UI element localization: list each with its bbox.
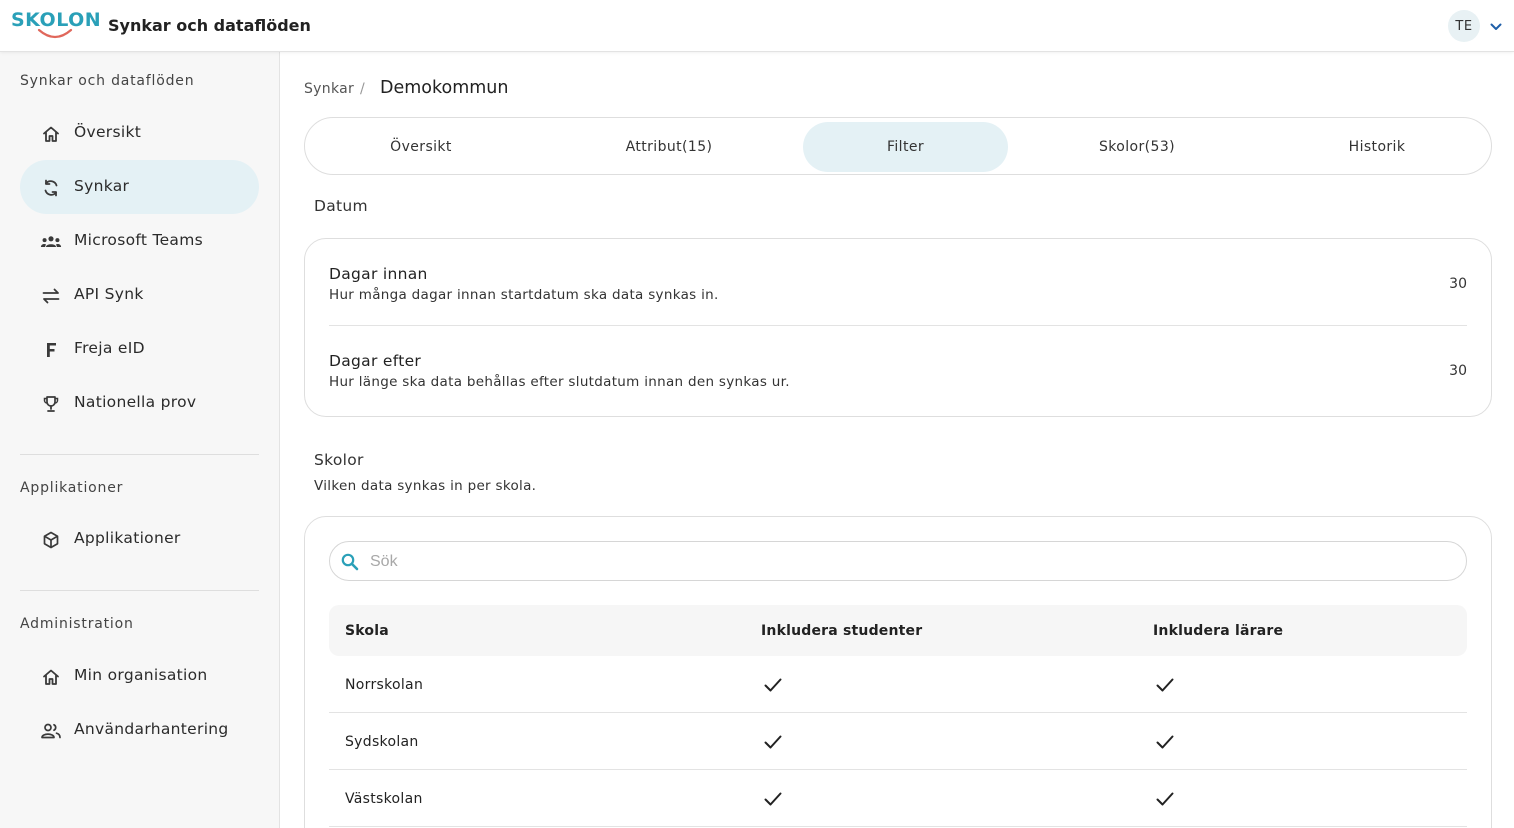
datum-settings-card: Dagar innan Hur många dagar innan startd…: [304, 238, 1492, 417]
column-header-skola[interactable]: Skola: [345, 623, 389, 639]
app-title: Synkar och dataflöden: [108, 16, 311, 35]
check-icon: [1156, 735, 1174, 749]
page-title: Demokommun: [380, 78, 509, 98]
table-header: Skola Inkludera studenter Inkludera lära…: [329, 605, 1467, 656]
datum-section-title: Datum: [314, 197, 368, 215]
skolor-section-title: Skolor: [314, 451, 364, 469]
people-icon: [40, 720, 62, 742]
check-icon: [1156, 792, 1174, 806]
school-name: Västskolan: [345, 791, 423, 807]
logo-smile-icon: [37, 28, 73, 39]
breadcrumb-separator: /: [360, 81, 365, 97]
sidebar-item-label: Synkar: [74, 177, 130, 195]
sidebar-item-nationella-prov[interactable]: Nationella prov: [20, 376, 259, 430]
cube-icon: [40, 529, 62, 551]
school-name: Norrskolan: [345, 677, 424, 693]
user-avatar[interactable]: TE: [1448, 10, 1480, 42]
sidebar-item-anvandarhantering[interactable]: Användarhantering: [20, 703, 259, 757]
sidebar-section-title: Administration: [20, 616, 134, 632]
trophy-icon: [40, 393, 62, 415]
column-header-inkludera-larare[interactable]: Inkludera lärare: [1153, 623, 1283, 639]
setting-description: Hur länge ska data behållas efter slutda…: [329, 374, 790, 390]
groups-icon: [40, 231, 62, 253]
tab-bar: Översikt Attribut(15) Filter Skolor(53) …: [304, 117, 1492, 175]
breadcrumb-link-synkar[interactable]: Synkar: [304, 81, 354, 97]
sidebar-divider: [20, 590, 259, 591]
table-row[interactable]: Västskolan: [329, 770, 1467, 827]
sidebar-item-api-synk[interactable]: API Synk: [20, 268, 259, 322]
sidebar-item-label: Applikationer: [74, 529, 181, 547]
sidebar-section-title: Synkar och dataflöden: [20, 73, 195, 89]
tab-oversikt[interactable]: Översikt: [309, 122, 533, 172]
sidebar-divider: [20, 454, 259, 455]
sidebar-item-label: Freja eID: [74, 339, 145, 357]
check-icon: [1156, 678, 1174, 692]
sidebar-item-label: Min organisation: [74, 666, 208, 684]
sidebar-item-applikationer[interactable]: Applikationer: [20, 512, 259, 566]
sidebar-item-label: API Synk: [74, 285, 144, 303]
sidebar-item-freja-eid[interactable]: Freja eID: [20, 322, 259, 376]
table-row[interactable]: Sydskolan: [329, 713, 1467, 770]
sidebar-section-title: Applikationer: [20, 480, 124, 496]
skolor-section-subtitle: Vilken data synkas in per skola.: [314, 478, 537, 494]
tab-historik[interactable]: Historik: [1265, 122, 1489, 172]
setting-divider: [329, 325, 1467, 326]
column-header-inkludera-studenter[interactable]: Inkludera studenter: [761, 623, 922, 639]
sidebar: Synkar och dataflöden Översikt Synkar Mi…: [0, 52, 280, 828]
setting-title: Dagar efter: [329, 352, 422, 370]
sidebar-item-label: Nationella prov: [74, 393, 197, 411]
check-icon: [764, 678, 782, 692]
home-icon: [40, 123, 62, 145]
search-icon: [341, 553, 359, 571]
home-icon: [40, 666, 62, 688]
user-initials: TE: [1455, 18, 1473, 34]
search-field[interactable]: [329, 541, 1467, 581]
tab-skolor[interactable]: Skolor(53): [1025, 122, 1249, 172]
skolon-logo[interactable]: SKOLON: [11, 9, 101, 43]
top-bar: SKOLON Synkar och dataflöden TE: [0, 0, 1514, 52]
sidebar-item-oversikt[interactable]: Översikt: [20, 106, 259, 160]
search-input[interactable]: [370, 550, 1450, 574]
school-name: Sydskolan: [345, 734, 419, 750]
tab-filter[interactable]: Filter: [803, 122, 1008, 172]
sidebar-item-microsoft-teams[interactable]: Microsoft Teams: [20, 214, 259, 268]
check-icon: [764, 792, 782, 806]
setting-description: Hur många dagar innan startdatum ska dat…: [329, 287, 719, 303]
sidebar-item-label: Användarhantering: [74, 720, 229, 738]
sync-icon: [40, 177, 62, 199]
sidebar-item-label: Översikt: [74, 123, 142, 141]
sidebar-item-min-organisation[interactable]: Min organisation: [20, 649, 259, 703]
chevron-down-icon[interactable]: [1489, 20, 1503, 34]
table-row[interactable]: Norrskolan: [329, 656, 1467, 713]
setting-title: Dagar innan: [329, 265, 428, 283]
sidebar-item-synkar[interactable]: Synkar: [20, 160, 259, 214]
tab-attribut[interactable]: Attribut(15): [557, 122, 781, 172]
swap-arrows-icon: [40, 285, 62, 307]
sidebar-item-label: Microsoft Teams: [74, 231, 204, 249]
dagar-innan-value[interactable]: 30: [1449, 276, 1467, 292]
check-icon: [764, 735, 782, 749]
freja-icon: [40, 339, 62, 361]
dagar-efter-value[interactable]: 30: [1449, 363, 1467, 379]
